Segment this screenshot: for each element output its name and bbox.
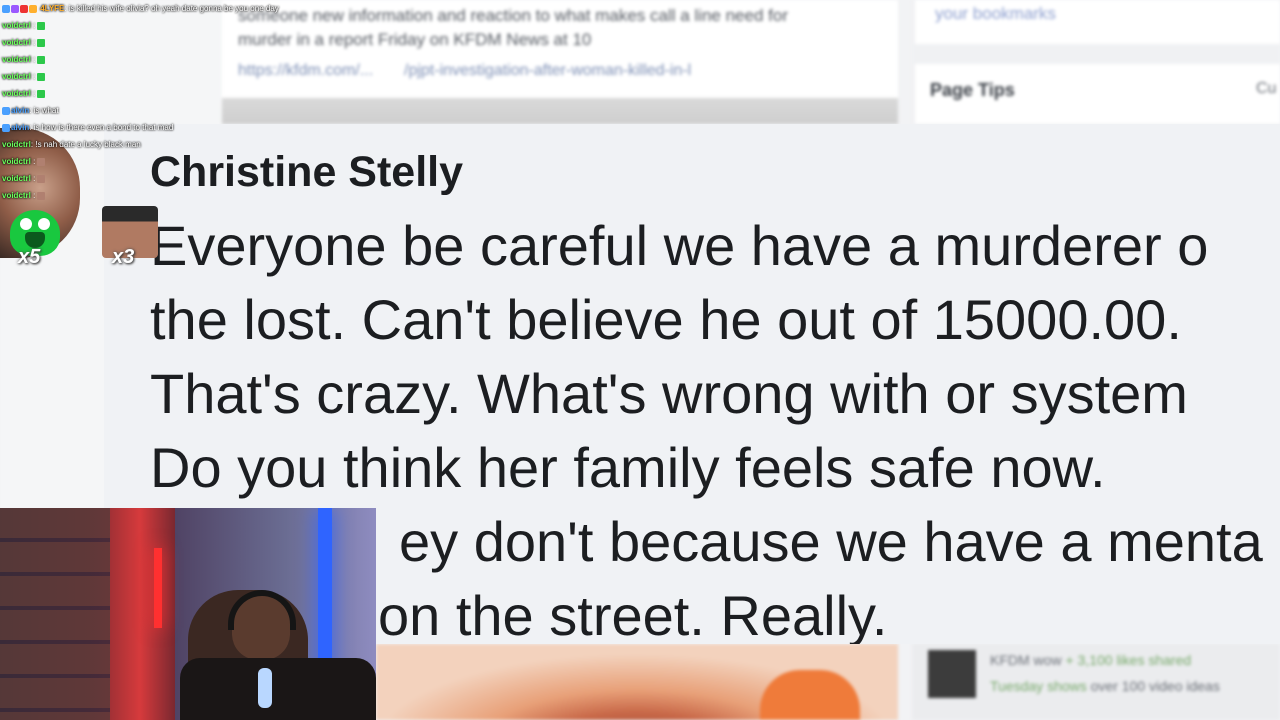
webcam-feed <box>0 508 376 720</box>
story-line: Tuesday shows over 100 video ideas <box>990 678 1220 694</box>
chat-message: voidctrl : <box>2 191 46 201</box>
chat-username[interactable]: voidctrl <box>2 191 31 200</box>
chat-text: : <box>33 89 36 98</box>
chat-text: : <box>33 174 36 183</box>
chat-username[interactable]: voidctrl <box>2 174 31 183</box>
badge-icon <box>2 123 10 132</box>
chat-username[interactable]: 4LYFE <box>40 4 64 13</box>
bookmarks-link[interactable]: your bookmarks <box>935 4 1056 24</box>
chat-message: 4LYFE: is killed his wife olivia? oh yea… <box>2 4 279 14</box>
chat-text: : <box>33 55 36 64</box>
chat-message: alvin: is what <box>2 106 59 116</box>
badge-icon <box>29 4 37 13</box>
green-emote-icon <box>37 21 46 30</box>
green-emote-icon <box>37 72 46 81</box>
chat-text: : <box>33 157 36 166</box>
story-stats: + 3,100 likes shared <box>1065 652 1192 668</box>
chat-username[interactable]: alvin <box>11 123 29 132</box>
stream-chat: 4LYFE: is killed his wife olivia? oh yea… <box>0 0 330 220</box>
chat-text: : <box>33 21 36 30</box>
webcam-red-light <box>154 548 162 628</box>
chat-text: : <box>33 38 36 47</box>
comment-text-line: the lost. Can't believe he out of 15000.… <box>150 288 1182 351</box>
chat-username[interactable]: voidctrl <box>2 72 31 81</box>
chat-text: : is what <box>29 106 59 115</box>
page-tips-heading: Page Tips <box>930 80 1015 100</box>
emote-combo-count: x3 <box>112 246 135 268</box>
microphone-icon <box>258 668 272 708</box>
chat-text: : !s nah date a lucky black man <box>30 140 141 149</box>
comment-text-line: on the street. Really. <box>378 584 888 644</box>
face-emote-icon <box>37 157 46 166</box>
chat-username[interactable]: alvin <box>11 106 29 115</box>
story-thumbnail[interactable] <box>928 650 976 698</box>
green-emote-icon <box>37 38 46 47</box>
story-detail: over 100 video ideas <box>1090 678 1220 694</box>
chat-username[interactable]: voidctrl <box>2 157 31 166</box>
chat-username[interactable]: voidctrl <box>2 21 31 30</box>
chat-text: : <box>33 191 36 200</box>
badge-icon <box>2 106 10 115</box>
chat-username[interactable]: voidctrl <box>2 38 31 47</box>
webcam-posters <box>0 508 110 720</box>
chat-username[interactable]: voidctrl <box>2 55 31 64</box>
comment-text-line: Do you think her family feels safe now. <box>150 436 1106 499</box>
chat-message: voidctrl : <box>2 38 46 48</box>
chat-message: voidctrl : <box>2 55 46 65</box>
story-line: KFDM wow + 3,100 likes shared <box>990 652 1191 668</box>
chat-username[interactable]: voidctrl <box>2 89 31 98</box>
green-emote-icon <box>37 55 46 64</box>
face-emote-icon <box>37 191 46 200</box>
story-title[interactable]: KFDM wow <box>990 652 1062 668</box>
chat-message: voidctrl : <box>2 72 46 82</box>
badge-icon <box>11 4 19 13</box>
comment-text-line: Everyone be careful we have a murderer o <box>150 214 1209 277</box>
chat-message: voidctrl: !s nah date a lucky black man <box>2 140 141 150</box>
chat-message: voidctrl : <box>2 89 46 99</box>
chat-text: : <box>33 72 36 81</box>
streamer-body <box>180 658 376 720</box>
page-tips-link[interactable]: Cu <box>1256 80 1276 98</box>
chat-message: voidctrl : <box>2 21 46 31</box>
badge-icon <box>20 4 28 13</box>
story-subtitle: Tuesday shows <box>990 678 1087 694</box>
emote-combo-count: x5 <box>18 246 41 268</box>
chat-text: : is killed his wife olivia? oh yeah dat… <box>64 4 279 13</box>
face-emote-icon <box>37 174 46 183</box>
chat-message: voidctrl : <box>2 157 46 167</box>
green-emote-icon <box>37 89 46 98</box>
badge-icon <box>2 4 10 13</box>
comment-text-line: That's crazy. What's wrong with or syste… <box>150 362 1188 425</box>
chat-message: alvin: is how is there even a bond to th… <box>2 123 173 133</box>
comment-text-line: ey don't because we have a menta <box>399 510 1263 573</box>
chat-username[interactable]: voidctrl <box>2 140 31 149</box>
chat-message: voidctrl : <box>2 174 46 184</box>
article-link[interactable]: /pjpt-investigation-after-woman-killed-i… <box>404 62 691 80</box>
chat-text: : is how is there even a bond to that ma… <box>29 123 174 132</box>
